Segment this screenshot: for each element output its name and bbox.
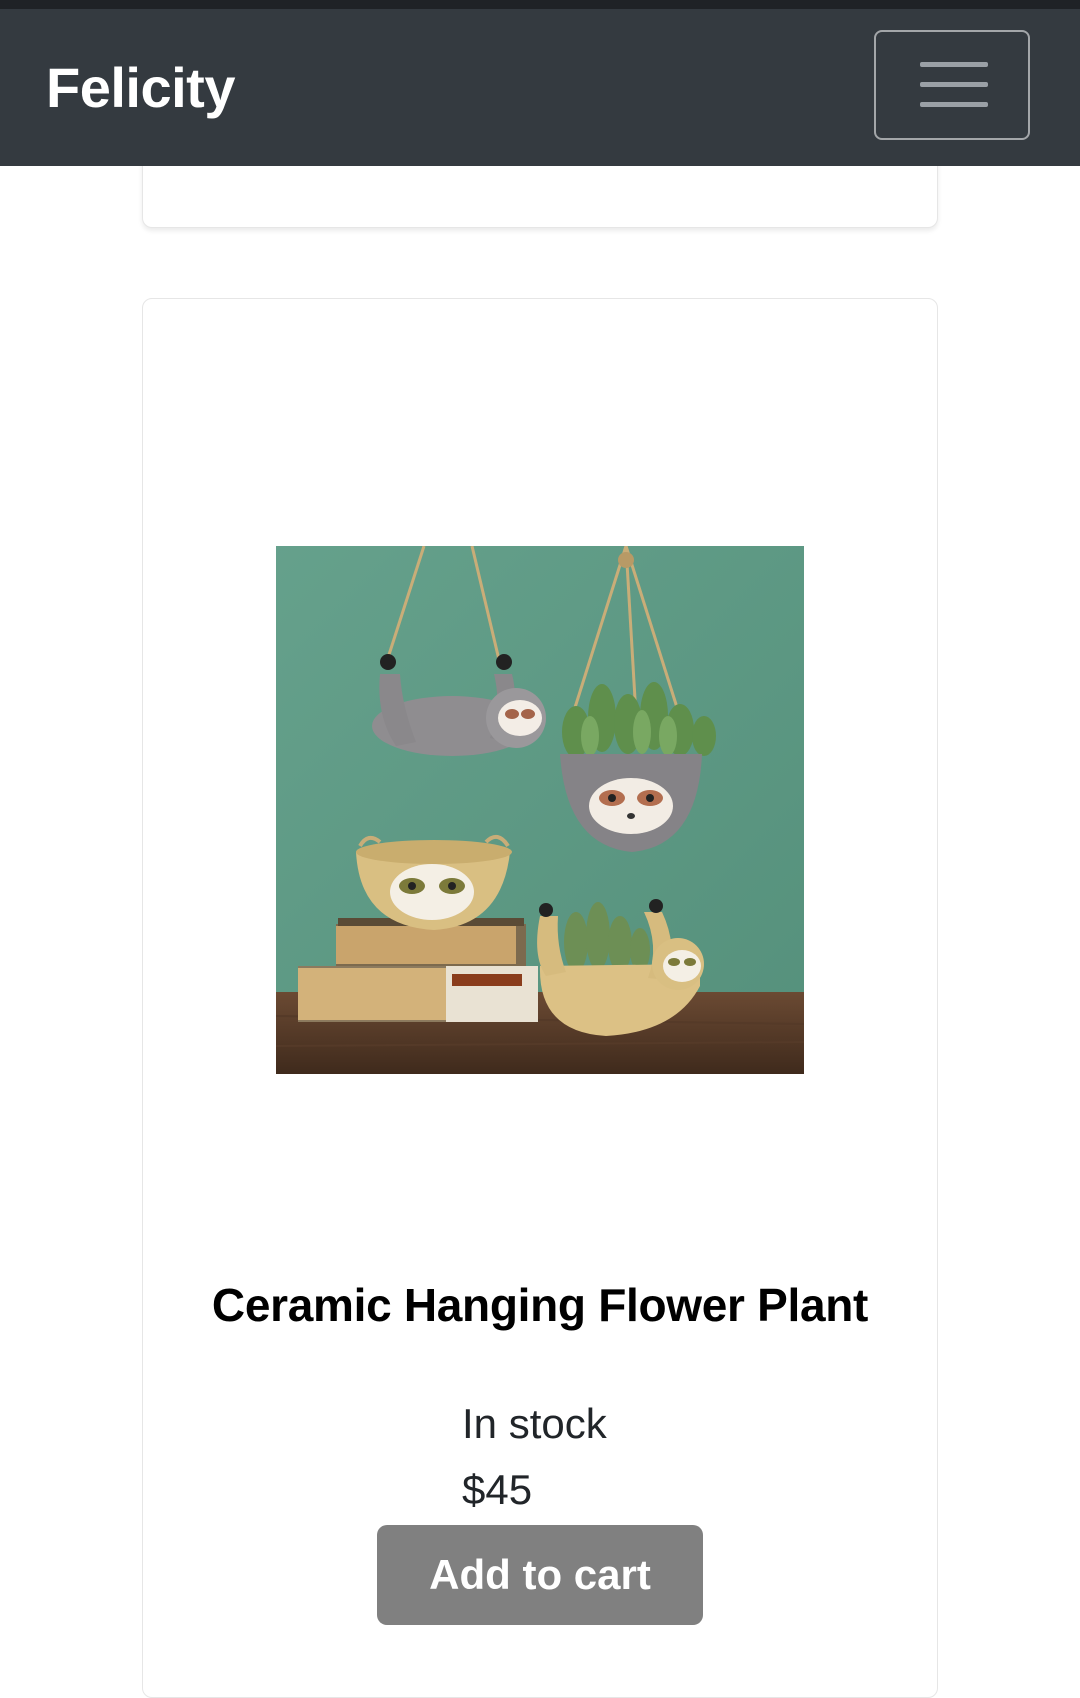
stock-status: In stock: [462, 1400, 607, 1447]
top-navbar: Felicity: [0, 9, 1080, 166]
product-image[interactable]: [276, 546, 804, 1074]
brand-logo[interactable]: Felicity: [46, 55, 235, 120]
add-to-cart-button[interactable]: Add to cart: [377, 1525, 703, 1625]
menu-toggle-button[interactable]: [874, 30, 1030, 140]
product-title[interactable]: Ceramic Hanging Flower Plant: [142, 1278, 938, 1332]
status-bar: [0, 0, 1080, 9]
product-price: $45: [462, 1466, 533, 1513]
